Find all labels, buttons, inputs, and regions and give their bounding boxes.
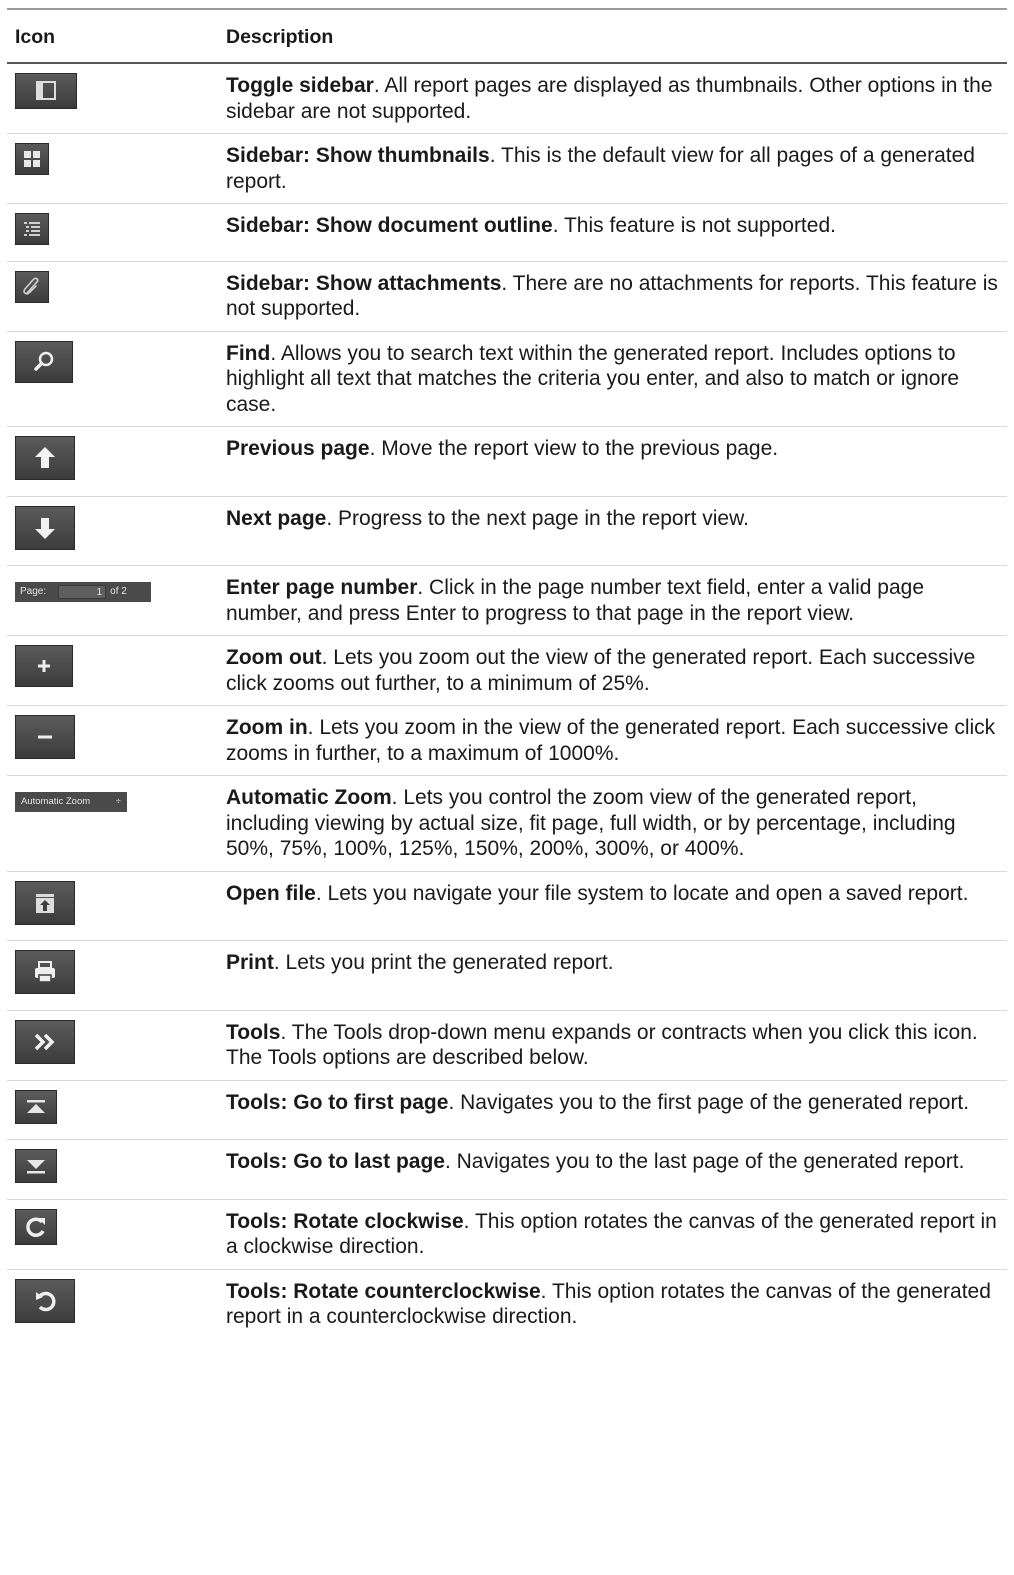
table-row: Sidebar: Show thumbnails. This is the de… — [7, 133, 1007, 204]
first-page-icon — [15, 1089, 57, 1124]
table-row: Tools: Rotate clockwise. This option rot… — [7, 1199, 1007, 1270]
row-text: . Allows you to search text within the g… — [226, 341, 960, 416]
row-description: Previous page. Move the report view to t… — [218, 426, 1007, 497]
row-text: . Move the report view to the previous p… — [369, 437, 779, 460]
icon-description-table: Icon Description Toggle sidebar. All rep… — [7, 8, 1007, 1339]
row-description: Print. Lets you print the generated repo… — [218, 940, 1007, 1011]
table-row: Tools. The Tools drop-down menu expands … — [7, 1010, 1007, 1081]
table-row: Sidebar: Show document outline. This fea… — [7, 203, 1007, 262]
row-title: Automatic Zoom — [226, 786, 392, 809]
arrow-down-icon — [15, 505, 75, 550]
page-count: of 2 — [110, 586, 127, 597]
zoom-select-label: Automatic Zoom — [21, 796, 91, 807]
row-description: Tools: Rotate clockwise. This option rot… — [218, 1199, 1007, 1270]
row-title: Enter page number — [226, 576, 418, 599]
row-title: Zoom out — [226, 646, 322, 669]
plus-icon — [15, 645, 73, 687]
table-row: Open file. Lets you navigate your file s… — [7, 871, 1007, 941]
row-description: Tools. The Tools drop-down menu expands … — [218, 1010, 1007, 1081]
row-title: Next page — [226, 506, 327, 530]
table-row: Automatic Zoom ÷ Automatic Zoom. Lets yo… — [7, 775, 1007, 872]
table-row: Toggle sidebar. All report pages are dis… — [7, 63, 1007, 134]
search-icon — [15, 340, 73, 383]
document-outline-icon — [15, 213, 49, 245]
table-row: Zoom out. Lets you zoom out the view of … — [7, 635, 1007, 706]
row-title: Tools: Go to last page — [226, 1150, 445, 1173]
table-row: Tools: Go to first page. Navigates you t… — [7, 1080, 1007, 1140]
last-page-icon — [15, 1149, 57, 1183]
open-file-icon — [15, 880, 75, 925]
row-description: Automatic Zoom. Lets you control the zoo… — [218, 775, 1007, 872]
thumbnails-icon — [15, 143, 49, 175]
table-row: Previous page. Move the report view to t… — [7, 426, 1007, 497]
row-title: Sidebar: Show attachments — [226, 271, 502, 295]
row-title: Find — [226, 341, 271, 365]
table-row: Tools: Rotate counterclockwise. This opt… — [7, 1269, 1007, 1339]
row-description: Zoom out. Lets you zoom out the view of … — [218, 635, 1007, 706]
row-text: . Navigates you to the last page of the … — [444, 1150, 965, 1173]
row-title: Tools: Go to first page — [226, 1090, 449, 1114]
paperclip-icon — [15, 270, 49, 303]
table-row: Next page. Progress to the next page in … — [7, 496, 1007, 566]
toggle-sidebar-icon — [15, 73, 77, 109]
row-title: Tools — [226, 1020, 281, 1044]
rotate-clockwise-icon — [15, 1208, 57, 1245]
row-description: Find. Allows you to search text within t… — [218, 331, 1007, 427]
table-row: Print. Lets you print the generated repo… — [7, 940, 1007, 1011]
table-row: Find. Allows you to search text within t… — [7, 331, 1007, 427]
zoom-select: Automatic Zoom ÷ — [15, 791, 127, 812]
table-row: Zoom in. Lets you zoom in the view of th… — [7, 705, 1007, 776]
arrow-up-icon — [15, 436, 75, 480]
row-text: . Navigates you to the first page of the… — [448, 1090, 970, 1114]
row-title: Zoom in — [226, 716, 308, 739]
row-description: Tools: Rotate counterclockwise. This opt… — [218, 1269, 1007, 1339]
row-title: Tools: Rotate counterclockwise — [226, 1279, 541, 1303]
row-text: . Lets you print the generated report. — [273, 951, 614, 974]
row-text: . Progress to the next page in the repor… — [326, 506, 749, 530]
select-arrows-icon: ÷ — [115, 796, 121, 807]
page-label: Page: — [20, 586, 47, 597]
row-title: Print — [226, 951, 274, 974]
header-icon: Icon — [7, 8, 218, 64]
page-number-field: Page: 1 of 2 — [15, 581, 151, 602]
row-title: Sidebar: Show document outline — [226, 214, 553, 237]
row-text: . The Tools drop-down menu expands or co… — [226, 1020, 978, 1070]
rotate-counterclockwise-icon — [15, 1278, 75, 1323]
row-description: Zoom in. Lets you zoom in the view of th… — [218, 705, 1007, 776]
page-number-input: 1 — [58, 584, 107, 599]
double-chevron-right-icon — [15, 1019, 75, 1064]
row-title: Sidebar: Show thumbnails — [226, 144, 490, 167]
table-row: Page: 1 of 2 Enter page number. Click in… — [7, 565, 1007, 636]
row-title: Toggle sidebar — [226, 74, 374, 97]
row-description: Sidebar: Show attachments. There are no … — [218, 261, 1007, 332]
row-title: Previous page — [226, 437, 370, 460]
row-text: . This feature is not supported. — [552, 214, 836, 237]
row-text: . Lets you navigate your file system to … — [315, 881, 969, 905]
row-title: Open file — [226, 881, 316, 905]
row-description: Open file. Lets you navigate your file s… — [218, 871, 1007, 941]
row-description: Enter page number. Click in the page num… — [218, 565, 1007, 636]
header-description: Description — [218, 8, 1007, 64]
row-description: Next page. Progress to the next page in … — [218, 496, 1007, 566]
row-description: Tools: Go to last page. Navigates you to… — [218, 1139, 1007, 1200]
minus-icon — [15, 715, 75, 759]
row-text: . Lets you zoom in the view of the gener… — [226, 716, 996, 765]
row-description: Sidebar: Show document outline. This fea… — [218, 203, 1007, 262]
table-header-row: Icon Description — [7, 8, 1007, 64]
row-description: Tools: Go to first page. Navigates you t… — [218, 1080, 1007, 1140]
print-icon — [15, 950, 75, 994]
row-description: Sidebar: Show thumbnails. This is the de… — [218, 133, 1007, 204]
row-title: Tools: Rotate clockwise — [226, 1209, 464, 1233]
row-description: Toggle sidebar. All report pages are dis… — [218, 63, 1007, 134]
table-row: Sidebar: Show attachments. There are no … — [7, 261, 1007, 332]
row-text: . Lets you zoom out the view of the gene… — [226, 646, 976, 695]
table-row: Tools: Go to last page. Navigates you to… — [7, 1139, 1007, 1200]
